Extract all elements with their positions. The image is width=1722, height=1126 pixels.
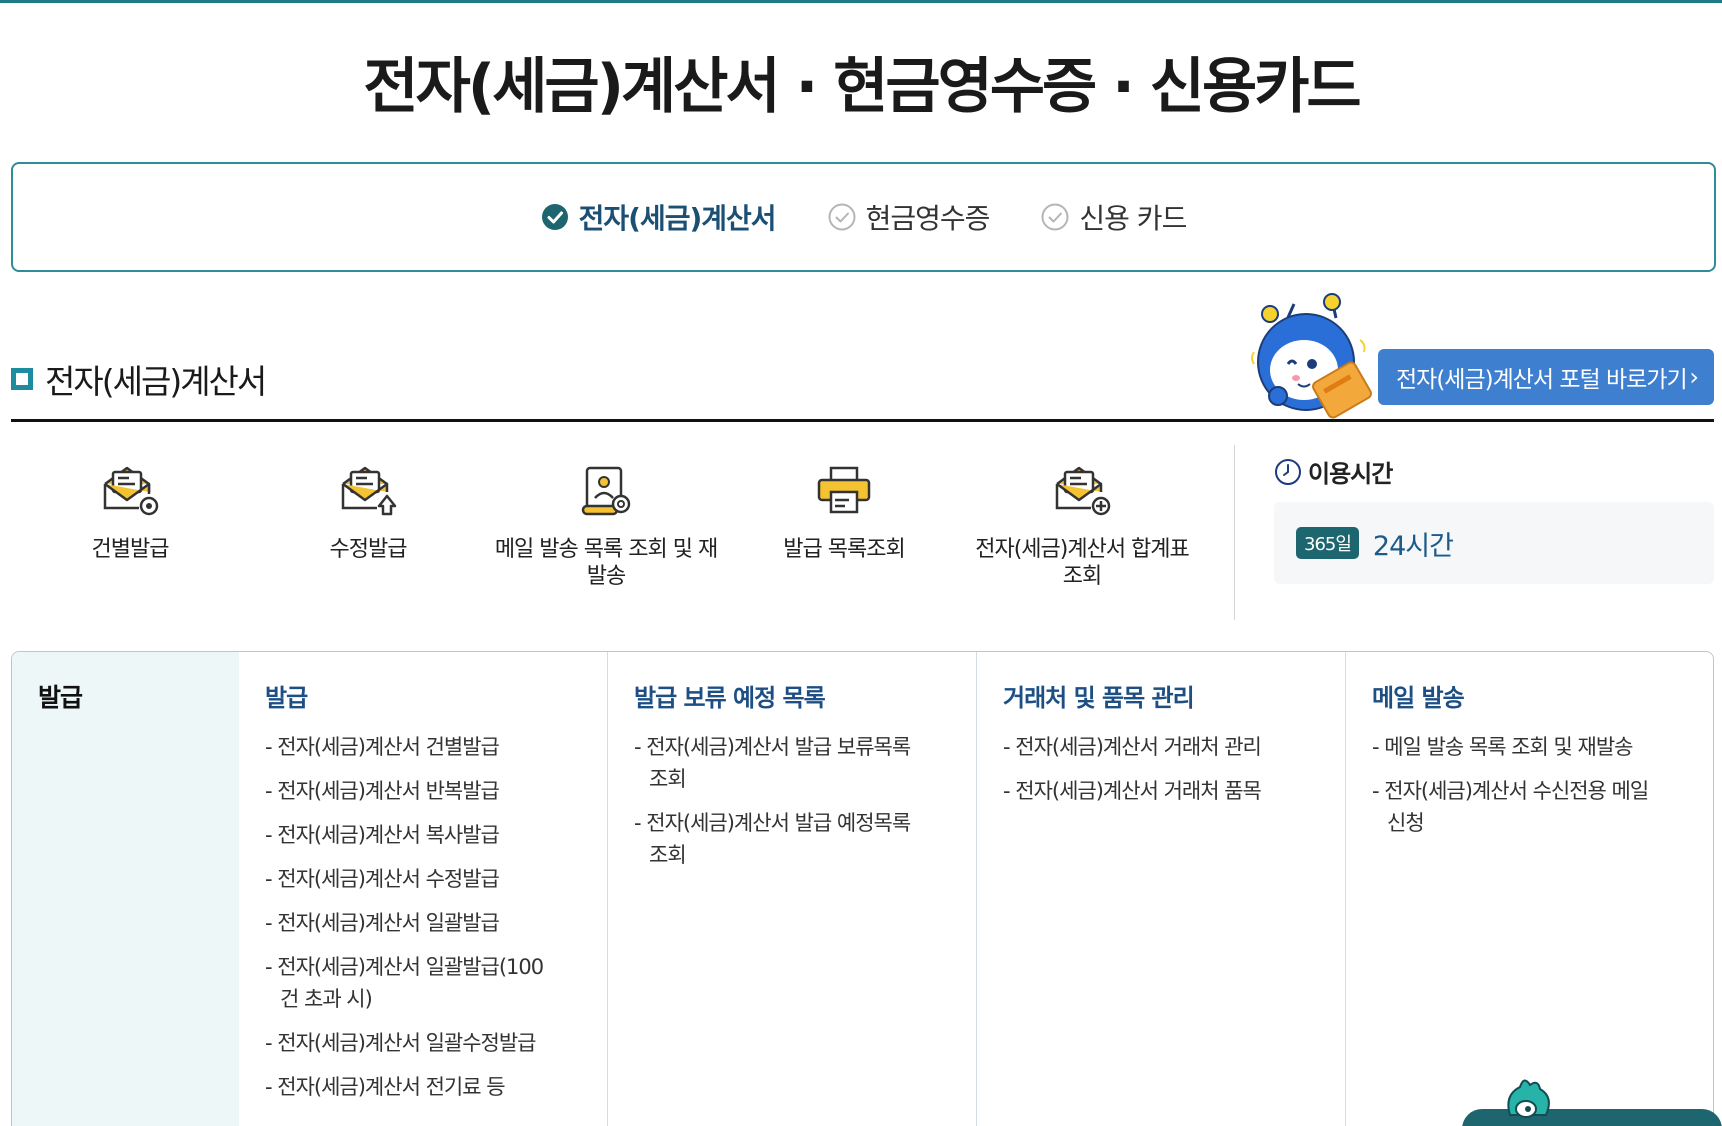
tab-label: 신용 카드	[1079, 202, 1187, 235]
quick-links: 건별발급 수정발급 메일 발송 목록 조회 및 재발송 발급 목록조회 전자(세…	[11, 450, 1211, 620]
tab-cash-receipt[interactable]: 현금영수증	[828, 197, 990, 237]
clock-icon	[1275, 458, 1301, 485]
check-circle-outline-icon	[828, 203, 856, 231]
quick-link-single-issue[interactable]: 건별발급	[11, 450, 249, 563]
service-hours-box: 365일 24시간	[1274, 502, 1714, 584]
section-square-icon	[11, 368, 33, 390]
menu-column-issue: 발급 전자(세금)계산서 건별발급 전자(세금)계산서 반복발급 전자(세금)계…	[239, 652, 618, 1126]
menu-link[interactable]: 전자(세금)계산서 거래처 품목	[1003, 775, 1345, 807]
chatbot-mascot-icon[interactable]	[1462, 1075, 1722, 1126]
quick-link-summary-table[interactable]: 전자(세금)계산서 합계표 조회	[963, 450, 1201, 590]
quick-link-label: 발급 목록조회	[783, 537, 905, 562]
menu-column-title[interactable]: 거래처 및 품목 관리	[1003, 678, 1345, 713]
quick-link-label: 메일 발송 목록 조회 및 재발송	[494, 537, 718, 589]
menu-column-title[interactable]: 발급 보류 예정 목록	[634, 678, 976, 713]
portal-button-label: 전자(세금)계산서 포털 바로가기	[1396, 367, 1688, 393]
days-badge: 365일	[1296, 527, 1359, 559]
section-title: 전자(세금)계산서	[45, 362, 267, 401]
envelope-plus-icon	[1055, 466, 1111, 516]
envelope-gear-icon	[103, 466, 159, 516]
mascot-robot-icon	[1251, 293, 1372, 419]
menu-link[interactable]: 전자(세금)계산서 거래처 관리	[1003, 731, 1345, 763]
tab-label: 현금영수증	[865, 202, 991, 235]
tab-e-tax-invoice[interactable]: 전자(세금)계산서	[541, 197, 777, 237]
service-hours-value: 24시간	[1372, 530, 1454, 562]
vertical-divider	[1234, 445, 1235, 620]
portal-shortcut-button[interactable]: 전자(세금)계산서 포털 바로가기 ›	[1378, 349, 1714, 405]
menu-column-pending: 발급 보류 예정 목록 전자(세금)계산서 발급 보류목록 조회 전자(세금)계…	[607, 652, 976, 1126]
menu-link[interactable]: 전자(세금)계산서 복사발급	[265, 819, 618, 851]
check-circle-outline-icon	[1041, 203, 1069, 231]
menu-link[interactable]: 전자(세금)계산서 일괄수정발급	[265, 1027, 618, 1059]
page-title: 전자(세금)계산서 · 현금영수증 · 신용카드	[363, 52, 1361, 122]
menu-link[interactable]: 전자(세금)계산서 발급 보류목록 조회	[634, 731, 924, 795]
quick-link-mail-history[interactable]: 메일 발송 목록 조회 및 재발송	[487, 450, 725, 590]
service-hours-title: 이용시간	[1308, 460, 1393, 488]
chevron-right-icon: ›	[1689, 363, 1699, 391]
menu-link[interactable]: 메일 발송 목록 조회 및 재발송	[1372, 731, 1713, 763]
printer-icon	[817, 466, 871, 514]
quick-link-label: 수정발급	[329, 537, 408, 562]
menu-panel: 발급 발급 전자(세금)계산서 건별발급 전자(세금)계산서 반복발급 전자(세…	[11, 651, 1714, 1126]
quick-link-label: 전자(세금)계산서 합계표 조회	[975, 537, 1190, 589]
menu-column-mail: 메일 발송 메일 발송 목록 조회 및 재발송 전자(세금)계산서 수신전용 메…	[1345, 652, 1713, 1126]
quick-link-amended-issue[interactable]: 수정발급	[249, 450, 487, 563]
envelope-arrow-icon	[341, 466, 397, 516]
menu-link[interactable]: 전자(세금)계산서 일괄발급	[265, 907, 618, 939]
menu-link[interactable]: 전자(세금)계산서 수정발급	[265, 863, 618, 895]
quick-link-issue-list[interactable]: 발급 목록조회	[725, 450, 963, 563]
tab-credit-card[interactable]: 신용 카드	[1041, 197, 1187, 237]
check-circle-filled-icon	[541, 204, 568, 230]
menu-link[interactable]: 전자(세금)계산서 일괄발급(100건 초과 시)	[265, 951, 555, 1015]
menu-column-title[interactable]: 메일 발송	[1372, 678, 1713, 713]
quick-link-label: 건별발급	[91, 537, 170, 562]
menu-link[interactable]: 전자(세금)계산서 반복발급	[265, 775, 618, 807]
tab-label: 전자(세금)계산서	[578, 202, 777, 235]
scroll-search-icon	[581, 466, 631, 516]
section-header: 전자(세금)계산서	[11, 355, 267, 403]
menu-link[interactable]: 전자(세금)계산서 수신전용 메일 신청	[1372, 775, 1672, 839]
menu-link[interactable]: 전자(세금)계산서 발급 예정목록 조회	[634, 807, 924, 871]
section-divider	[11, 419, 1714, 422]
menu-category: 발급	[12, 652, 239, 1126]
category-tabs: 전자(세금)계산서 현금영수증 신용 카드	[11, 162, 1716, 272]
menu-column-partners: 거래처 및 품목 관리 전자(세금)계산서 거래처 관리 전자(세금)계산서 거…	[976, 652, 1345, 1126]
menu-link[interactable]: 전자(세금)계산서 건별발급	[265, 731, 618, 763]
service-hours-header: 이용시간	[1274, 454, 1393, 489]
menu-column-title[interactable]: 발급	[265, 678, 618, 713]
top-accent-line	[0, 0, 1722, 3]
menu-link[interactable]: 전자(세금)계산서 전기료 등	[265, 1071, 618, 1103]
